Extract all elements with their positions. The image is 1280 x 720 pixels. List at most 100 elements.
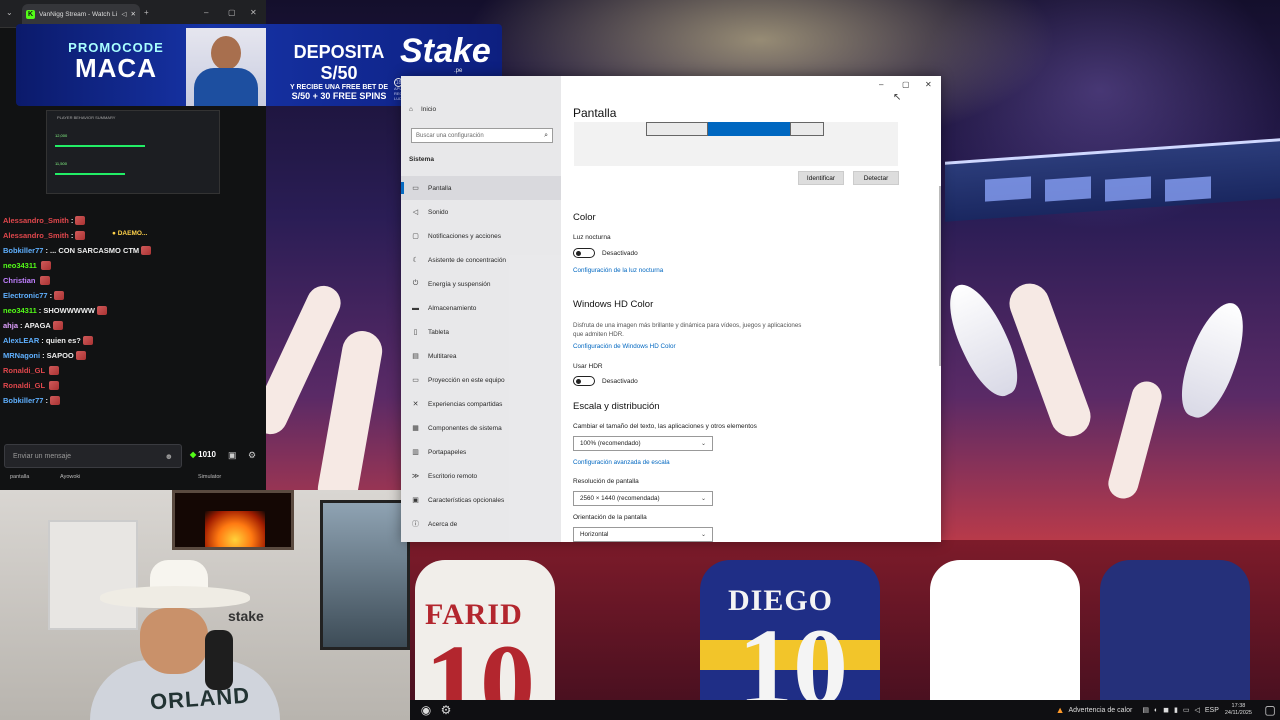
sidebar-item-proyecci-n-en-este-equipo[interactable]: ▭ Proyección en este equipo: [401, 368, 561, 392]
emoji-icon[interactable]: ☻: [165, 452, 173, 461]
panel-value: 11,500: [55, 161, 67, 166]
tab-menu-icon[interactable]: ⌄: [6, 8, 13, 17]
close-icon[interactable]: ✕: [925, 80, 932, 89]
sidebar-item-acerca-de[interactable]: ⓘ Acerca de: [401, 512, 561, 536]
sidebar-item-experiencias-compartidas[interactable]: ✕ Experiencias compartidas: [401, 392, 561, 416]
settings-content: – ▢ ✕ Pantalla Identificar Detectar Colo…: [561, 76, 941, 542]
orientation-select[interactable]: Horizontal ⌄: [573, 527, 713, 542]
chat-text: : APAGA: [20, 321, 51, 330]
chat-store-icon[interactable]: ▣: [228, 450, 237, 461]
maximize-icon[interactable]: ▢: [228, 8, 236, 17]
kick-favicon: K: [26, 9, 35, 19]
chat-message: Electronic77:: [3, 291, 65, 300]
tab-close-icon[interactable]: ✕: [131, 10, 136, 18]
chat-username[interactable]: MRNagoni: [3, 351, 40, 360]
scale-select[interactable]: 100% (recomendado) ⌄: [573, 436, 713, 451]
components-icon: ▦: [412, 425, 419, 432]
sidebar-item-escritorio-remoto[interactable]: ≫ Escritorio remoto: [401, 464, 561, 488]
tray-icon[interactable]: ◼: [1163, 706, 1169, 714]
chat-text: :: [70, 216, 74, 225]
sidebar-item-notificaciones-y-acciones[interactable]: ▢ Notificaciones y acciones: [401, 224, 561, 248]
emote-icon: [82, 336, 93, 345]
promo-block: PROMOCODE MACA: [46, 40, 186, 82]
heat-warning[interactable]: ▲ Advertencia de calor: [1056, 705, 1133, 715]
sidebar-item-sonido[interactable]: ◁ Sonido: [401, 200, 561, 224]
chat-username[interactable]: Ronaldi_GL: [3, 366, 45, 375]
sidebar-item-componentes-de-sistema[interactable]: ▦ Componentes de sistema: [401, 416, 561, 440]
chat-username[interactable]: Electronic77: [3, 291, 48, 300]
panel-value: 12,000: [55, 133, 68, 138]
chat-username[interactable]: Alessandro_Smith: [3, 216, 69, 225]
maximize-icon[interactable]: ▢: [902, 80, 910, 89]
chat-username[interactable]: Ronaldi_GL: [3, 381, 45, 390]
minimize-icon[interactable]: –: [204, 8, 208, 17]
chat-message: AlexLEAR: quien es?: [3, 336, 93, 345]
footer-label: pantalla: [10, 474, 30, 480]
mute-icon[interactable]: ◁: [122, 10, 127, 18]
clock[interactable]: 17:38 24/11/2025: [1225, 703, 1252, 716]
chat-username[interactable]: Christian: [3, 276, 36, 285]
language-indicator[interactable]: ESP: [1205, 707, 1219, 714]
search-icon[interactable]: ⌕: [544, 132, 548, 140]
chat-username[interactable]: Bobkiller77: [3, 396, 43, 405]
multitask-icon: ▤: [412, 353, 419, 360]
clock-time: 17:38: [1231, 703, 1246, 710]
monitor-1[interactable]: [646, 122, 708, 136]
sidebar-item-label: Proyección en este equipo: [428, 376, 505, 384]
emote-icon: [75, 231, 86, 240]
sidebar-item-caracter-sticas-opcionales[interactable]: ▣ Características opcionales: [401, 488, 561, 512]
sidebar-item-tableta[interactable]: ▯ Tableta: [401, 320, 561, 344]
detect-button[interactable]: Detectar: [853, 171, 899, 185]
volume-icon[interactable]: ◁: [1194, 706, 1199, 714]
close-icon[interactable]: ✕: [250, 8, 257, 17]
sidebar-item-asistente-de-concentraci-n[interactable]: ☾ Asistente de concentración: [401, 248, 561, 272]
storage-icon: ▬: [412, 304, 419, 312]
emote-icon: [54, 291, 65, 300]
chat-username[interactable]: AlexLEAR: [3, 336, 39, 345]
identify-button[interactable]: Identificar: [798, 171, 844, 185]
content-scrollbar[interactable]: [939, 186, 941, 366]
use-hdr-toggle[interactable]: [573, 376, 595, 386]
settings-icon[interactable]: ⚙: [436, 700, 456, 720]
emote-icon: [49, 366, 60, 375]
night-light-settings-link[interactable]: Configuración de la luz nocturna: [573, 267, 663, 274]
advanced-scale-link[interactable]: Configuración avanzada de escala: [573, 459, 670, 466]
new-tab-icon[interactable]: +: [144, 8, 149, 17]
network-icon[interactable]: ▭: [1183, 706, 1190, 714]
chat-username[interactable]: Alessandro_Smith: [3, 231, 69, 240]
chat-username[interactable]: Bobkiller77: [3, 246, 43, 255]
deposit-sub: Y RECIBE UNA FREE BET DE: [289, 84, 388, 91]
browser-tab[interactable]: K VanNigg Stream - Watch Li ◁ ✕: [22, 4, 140, 24]
info-icon: ⓘ: [412, 521, 419, 528]
resolution-select[interactable]: 2560 × 1440 (recomendada) ⌄: [573, 491, 713, 506]
chat-username[interactable]: neo34311: [3, 306, 37, 315]
channel-points[interactable]: ◆ 1010: [190, 450, 216, 459]
notification-center-icon[interactable]: ▢: [1260, 700, 1280, 720]
home-label: Inicio: [420, 106, 437, 113]
chat-message-input[interactable]: Enviar un mensaje ☻: [4, 444, 182, 468]
tray-icon[interactable]: ◐: [1154, 707, 1158, 714]
minimize-icon[interactable]: –: [879, 80, 883, 89]
tray-icon[interactable]: ▤: [1142, 706, 1149, 714]
use-hdr-state: Desactivado: [602, 378, 638, 385]
chat-message: Alessandro_Smith:: [3, 231, 86, 240]
hdr-settings-link[interactable]: Configuración de Windows HD Color: [573, 343, 676, 350]
battery-icon[interactable]: ▮: [1174, 706, 1178, 714]
chat-username[interactable]: neo34311: [3, 261, 37, 270]
sidebar-item-multitarea[interactable]: ▤ Multitarea: [401, 344, 561, 368]
monitor-2[interactable]: [708, 122, 790, 136]
chat-username[interactable]: ahja: [3, 321, 18, 330]
settings-search-input[interactable]: Buscar una configuración ⌕: [411, 128, 553, 143]
sidebar-item-portapapeles[interactable]: ▥ Portapapeles: [401, 440, 561, 464]
home-link[interactable]: ⌂ Inicio: [409, 106, 436, 113]
chat-settings-icon[interactable]: ⚙: [248, 450, 256, 461]
sidebar-item-pantalla[interactable]: ▭ Pantalla: [401, 176, 561, 200]
night-light-toggle[interactable]: [573, 248, 595, 258]
app-icon[interactable]: ◉: [416, 700, 436, 720]
chat-message: neo34311: SHOWWWWW: [3, 306, 108, 315]
wall-logo: stake: [228, 608, 264, 624]
system-tray: ▤ ◐ ◼ ▮ ▭ ◁ ESP: [1142, 706, 1219, 715]
monitor-3[interactable]: [790, 122, 824, 136]
sidebar-item-almacenamiento[interactable]: ▬ Almacenamiento: [401, 296, 561, 320]
sidebar-item-energ-a-y-suspensi-n[interactable]: ⏻ Energía y suspensión: [401, 272, 561, 296]
